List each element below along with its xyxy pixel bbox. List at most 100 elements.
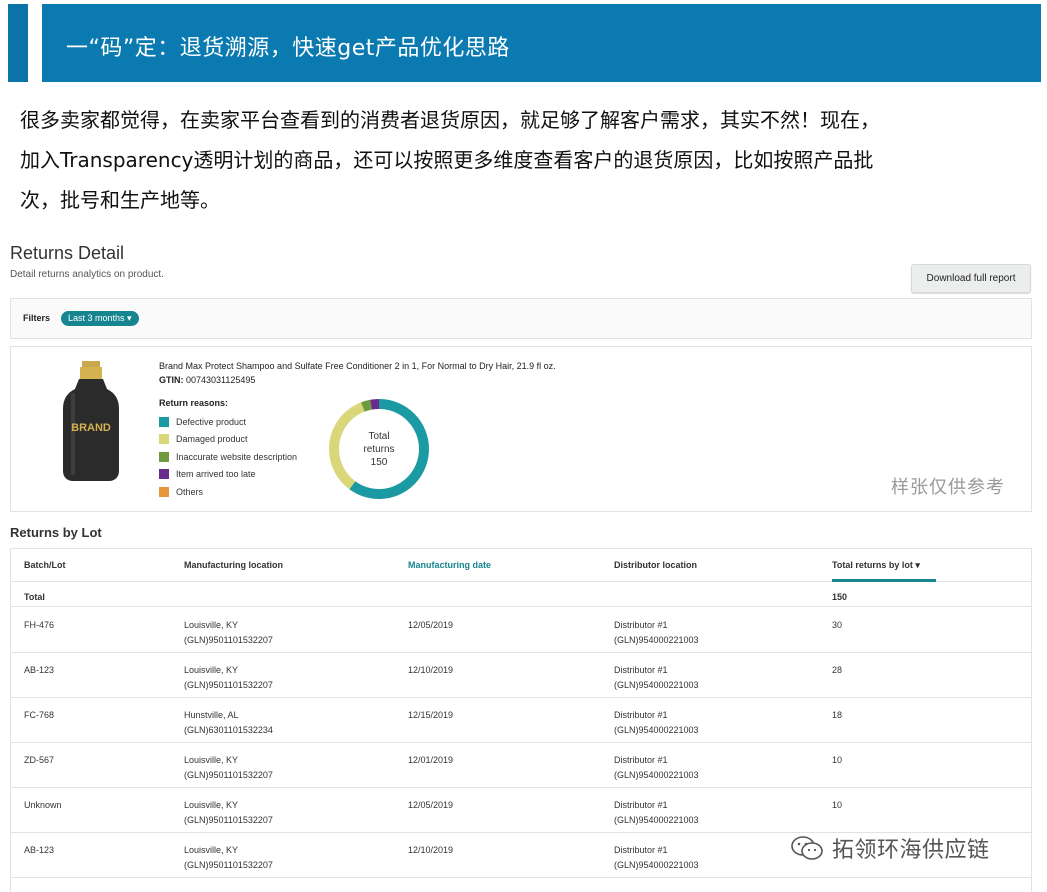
cell-total-returns-text: 18 (832, 710, 843, 720)
cell-distributor-location-text: (GLN)954000221003 (614, 635, 699, 645)
cell-manufacturing-location-text: (GLN)9501101532207 (184, 860, 273, 870)
intro-line: 加入Transparency透明计划的商品，还可以按照更多维度查看客户的退货原因… (20, 148, 874, 172)
cell-manufacturing-location: Louisville, KY (GLN)9501101532207 (184, 663, 273, 693)
cell-manufacturing-location: Louisville, KY (GLN)9501101532207 (184, 618, 273, 648)
cell-distributor-location-text: (GLN)954000221003 (614, 680, 699, 690)
cell-lot: AB-123 (24, 843, 54, 858)
cell-lot: Unknown (24, 798, 62, 813)
cell-lot-text: FC-768 (24, 710, 55, 720)
footer-watermark: 拓领环海供应链 (790, 832, 990, 864)
cell-manufacturing-location-text: (GLN)9501101532207 (184, 815, 273, 825)
cell-total-returns: 28 (832, 663, 842, 678)
col-batch-lot[interactable]: Batch/Lot (24, 560, 66, 570)
cell-lot-text: FH-476 (24, 620, 55, 630)
intro-paragraph: 很多卖家都觉得，在卖家平台查看到的消费者退货原因，就足够了解客户需求，其实不然！… (20, 100, 1030, 220)
total-value: 150 (832, 592, 848, 602)
table-header: Batch/Lot Manufacturing location Manufac… (11, 549, 1031, 582)
cell-manufacturing-location-text: Louisville, KY (184, 845, 239, 855)
cell-lot: FC-768 (24, 708, 54, 723)
cell-manufacturing-location-text: Hunstville, AL (184, 710, 239, 720)
cell-lot-text: AB-123 (24, 665, 55, 675)
cell-distributor-location-text: (GLN)954000221003 (614, 860, 699, 870)
page-subtitle: Detail returns analytics on product. (10, 269, 164, 280)
date-range-filter[interactable]: Last 3 months ▾ (61, 311, 139, 326)
cell-total-returns: 30 (832, 618, 842, 633)
legend-swatch (159, 434, 169, 445)
legend-label: Item arrived too late (176, 469, 256, 480)
legend-label: Inaccurate website description (176, 451, 298, 462)
cell-manufacturing-date: 12/10/2019 (408, 843, 453, 858)
legend-swatch (159, 486, 169, 497)
legend-swatch (159, 451, 169, 462)
cell-manufacturing-location: Louisville, KY (GLN)9501101532207 (184, 843, 273, 873)
table-row: FH-476 Louisville, KY (GLN)9501101532207 12… (11, 608, 1031, 653)
cell-distributor-location: Distributor #1 (GLN)954000221003 (614, 753, 699, 783)
cell-distributor-location-text: Distributor #1 (614, 710, 668, 720)
cell-lot-text: ZD-567 (24, 755, 55, 765)
cell-distributor-location-text: Distributor #1 (614, 800, 668, 810)
returns-by-lot-title: Returns by Lot (10, 525, 102, 540)
donut-center-line1: Total (368, 431, 389, 442)
cell-total-returns: 10 (832, 798, 842, 813)
cell-total-returns-text: 30 (832, 620, 843, 630)
cell-manufacturing-date: 12/10/2019 (408, 663, 453, 678)
cell-lot-text: Unknown (24, 800, 62, 810)
cell-manufacturing-date-text: 12/10/2019 (408, 665, 454, 675)
banner-accent (8, 4, 28, 82)
total-label: Total (24, 592, 45, 602)
col-total-returns[interactable]: Total returns by lot ▾ (832, 560, 920, 571)
legend-label: Defective product (176, 416, 247, 427)
cell-distributor-location-text: Distributor #1 (614, 845, 668, 855)
product-gtin: GTIN: 00743031125495 (159, 375, 255, 385)
bottle-brand-text: BRAND (71, 422, 111, 434)
cell-manufacturing-date-text: 12/01/2019 (408, 755, 454, 765)
legend-item: Item arrived too late (159, 466, 297, 484)
gtin-label: GTIN: (159, 375, 184, 385)
table-row: Unknown Louisville, KY (GLN)9501101532207 1… (11, 788, 1031, 833)
cell-distributor-location-text: Distributor #1 (614, 755, 668, 765)
table-total-row: Total 150 (11, 582, 1031, 607)
cell-manufacturing-location-text: (GLN)9501101532207 (184, 680, 273, 690)
cell-manufacturing-location-text: Louisville, KY (184, 665, 239, 675)
gtin-value: 00743031125495 (183, 375, 256, 385)
cell-manufacturing-date: 12/01/2019 (408, 753, 453, 768)
cell-manufacturing-location-text: (GLN)9501101532207 (184, 770, 273, 780)
cell-distributor-location: Distributor #1 (GLN)954000221003 (614, 663, 699, 693)
page-title: Returns Detail (10, 243, 125, 263)
cell-manufacturing-location: Hunstville, AL (GLN)6301101532234 (184, 708, 273, 738)
cell-manufacturing-location-text: (GLN)6301101532234 (184, 725, 273, 735)
filters-bar: Filters Last 3 months ▾ (10, 298, 1032, 339)
legend-label: Others (176, 486, 204, 497)
product-name: Brand Max Protect Shampoo and Sulfate Fr… (159, 361, 556, 371)
cell-distributor-location-text: Distributor #1 (614, 620, 668, 630)
intro-line: 次，批号和生产地等。 (20, 188, 220, 212)
col-distributor-location[interactable]: Distributor location (614, 560, 697, 570)
cell-manufacturing-location-text: Louisville, KY (184, 620, 239, 630)
returns-donut-chart: Total returns 150 (329, 399, 429, 499)
cell-total-returns-text: 10 (832, 755, 843, 765)
cell-manufacturing-date-text: 12/05/2019 (408, 620, 454, 630)
cell-lot-text: AB-123 (24, 845, 55, 855)
cell-lot: FH-476 (24, 618, 54, 633)
legend-swatch (159, 416, 169, 427)
banner-title: 一“码”定：退货溯源，快速get产品优化思路 (66, 36, 510, 61)
legend-item: Defective product (159, 413, 297, 431)
cell-manufacturing-location: Louisville, KY (GLN)9501101532207 (184, 753, 273, 783)
header-banner: 一“码”定：退货溯源，快速get产品优化思路 (8, 4, 1041, 82)
legend-swatch (159, 469, 169, 480)
col-manufacturing-date[interactable]: Manufacturing date (408, 560, 491, 570)
legend-item: Others (159, 483, 297, 501)
cell-distributor-location: Distributor #1 (GLN)954000221003 (614, 843, 699, 873)
donut-center-line2: returns (363, 444, 394, 455)
cell-total-returns: 10 (832, 753, 842, 768)
cell-manufacturing-location-text: Louisville, KY (184, 800, 239, 810)
cell-distributor-location-text: (GLN)954000221003 (614, 815, 699, 825)
cell-distributor-location: Distributor #1 (GLN)954000221003 (614, 708, 699, 738)
cell-manufacturing-date-text: 12/10/2019 (408, 845, 454, 855)
cell-total-returns-text: 10 (832, 800, 843, 810)
download-report-button[interactable]: Download full report (911, 264, 1031, 293)
cell-distributor-location: Distributor #1 (GLN)954000221003 (614, 798, 699, 828)
col-manufacturing-location[interactable]: Manufacturing location (184, 560, 283, 570)
cell-distributor-location: Distributor #1 (GLN)954000221003 (614, 618, 699, 648)
product-bottle-image: BRAND (63, 361, 119, 481)
